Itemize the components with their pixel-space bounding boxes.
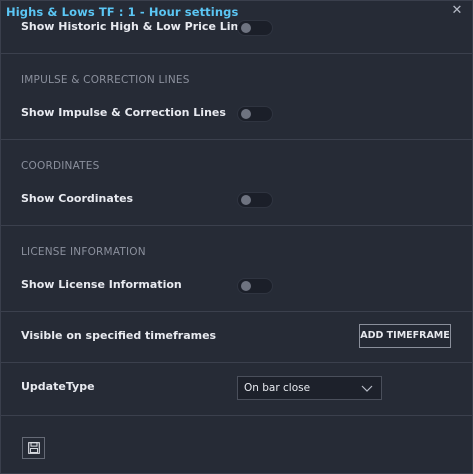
chevron-down-icon [361,385,373,392]
toggle-knob [241,281,251,291]
divider [1,139,472,140]
impulse-section-title: IMPULSE & CORRECTION LINES [21,74,190,86]
toggle-knob [241,195,251,205]
impulse-lines-label: Show Impulse & Correction Lines [21,106,226,119]
save-icon [28,442,40,454]
license-section-title: LICENSE INFORMATION [21,246,146,258]
toggle-knob [241,109,251,119]
toggle-knob [241,23,251,33]
historic-lines-label: Show Historic High & Low Price Lines [21,20,253,33]
update-type-label: UpdateType [21,380,95,393]
timeframes-label: Visible on specified timeframes [21,329,217,342]
coordinates-toggle[interactable] [237,192,273,208]
historic-lines-toggle[interactable] [237,20,273,36]
add-timeframe-button[interactable]: ADD TIMEFRAME [359,324,451,348]
divider [1,53,472,54]
dialog-title: Highs & Lows TF : 1 - Hour settings [6,5,239,19]
license-info-toggle[interactable] [237,278,273,294]
coordinates-label: Show Coordinates [21,192,134,205]
divider [1,362,472,363]
settings-dialog: Highs & Lows TF : 1 - Hour settings ✕ Sh… [0,0,473,474]
update-type-select[interactable]: On bar close [237,376,382,400]
close-icon[interactable]: ✕ [450,4,464,18]
coordinates-section-title: COORDINATES [21,160,100,172]
divider [1,225,472,226]
divider [1,415,472,416]
update-type-value: On bar close [244,382,311,394]
divider [1,311,472,312]
license-info-label: Show License Information [21,278,182,291]
save-button[interactable] [22,437,45,459]
impulse-lines-toggle[interactable] [237,106,273,122]
